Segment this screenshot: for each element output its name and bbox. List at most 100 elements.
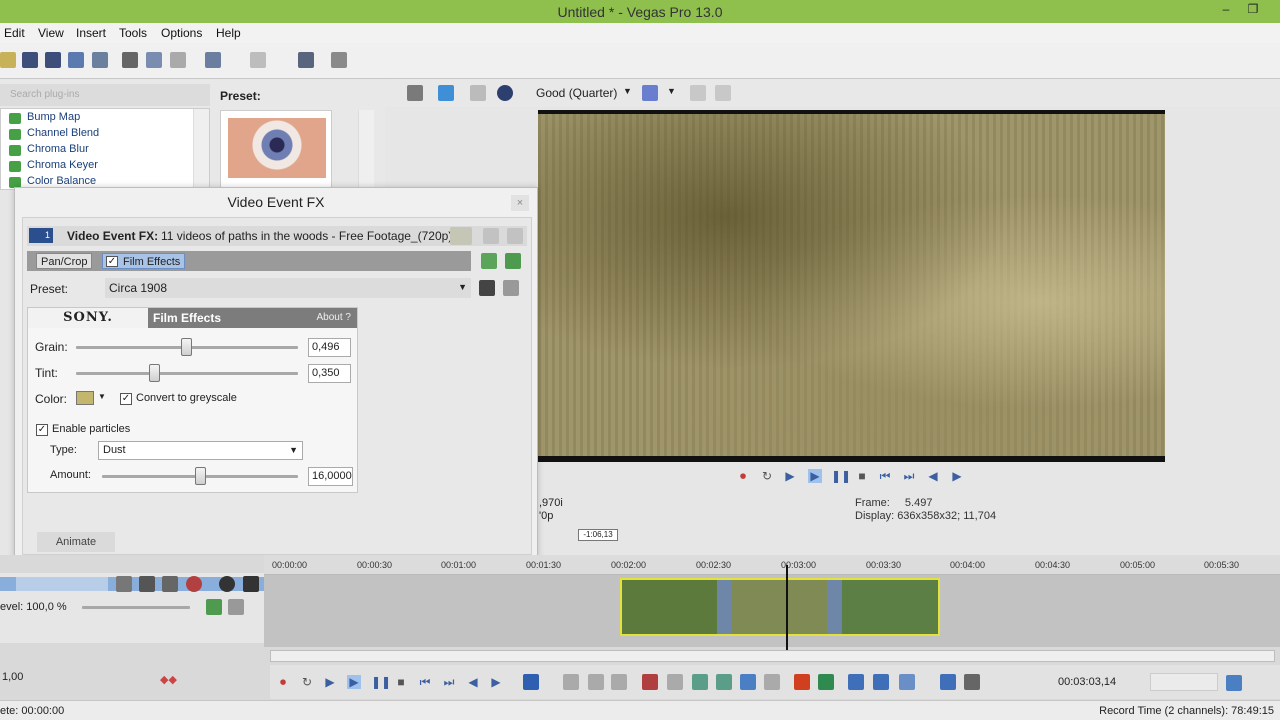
tint-slider-track[interactable] <box>76 372 298 375</box>
edit-icon[interactable] <box>228 599 244 615</box>
menu-view[interactable]: View <box>38 26 64 40</box>
play-from-start-icon[interactable]: ▶ <box>783 469 797 483</box>
pause-icon[interactable]: ❚❚ <box>831 469 851 483</box>
greyscale-checkbox[interactable]: ✓ <box>120 393 132 405</box>
external-monitor-icon[interactable] <box>438 85 454 101</box>
plugin-search-input[interactable]: Search plug-ins <box>0 84 210 106</box>
video-preview-icon[interactable] <box>1226 675 1242 691</box>
go-to-start-icon[interactable]: ⏮ <box>418 675 432 689</box>
go-to-end-icon[interactable]: ⏭ <box>442 675 456 689</box>
preset-scrollbar[interactable] <box>358 110 374 190</box>
stop-icon[interactable]: ■ <box>855 469 869 483</box>
list-view-icon[interactable] <box>483 228 499 244</box>
undo-icon[interactable] <box>205 52 221 68</box>
enable-particles-checkbox[interactable]: ✓ <box>36 424 48 436</box>
paste-icon[interactable] <box>170 52 186 68</box>
loop-icon[interactable]: ↻ <box>760 469 774 483</box>
play-icon[interactable]: ▶ <box>808 469 822 483</box>
normal-edit-tool-icon[interactable] <box>523 674 539 690</box>
timecode-input[interactable] <box>1150 673 1218 691</box>
copy-icon[interactable] <box>146 52 162 68</box>
amount-slider-thumb[interactable] <box>195 467 206 485</box>
preview-quality-select[interactable]: Good (Quarter) <box>536 86 617 100</box>
ripple-edit-icon[interactable] <box>899 674 915 690</box>
split-screen-icon[interactable] <box>497 85 513 101</box>
bypass-fx-icon[interactable] <box>450 227 472 245</box>
level-slider-track[interactable] <box>82 606 190 609</box>
menu-tools[interactable]: Tools <box>119 26 147 40</box>
next-frame-icon[interactable]: ▶ <box>950 469 964 483</box>
timeline-scrollbar[interactable] <box>270 650 1275 662</box>
zoom-tool-icon[interactable] <box>611 674 627 690</box>
help-cursor-icon[interactable] <box>331 52 347 68</box>
preset-dropdown[interactable]: Circa 1908 ▼ <box>105 278 471 298</box>
remove-fx-icon[interactable] <box>505 253 521 269</box>
play-from-start-icon[interactable]: ▶ <box>323 675 337 689</box>
record-icon[interactable]: ⏺ <box>276 675 290 689</box>
edit-tool-icon[interactable] <box>298 52 314 68</box>
add-fx-icon[interactable] <box>481 253 497 269</box>
delete-icon[interactable] <box>642 674 658 690</box>
region-icon[interactable] <box>818 674 834 690</box>
split-icon[interactable] <box>740 674 756 690</box>
plugin-item[interactable]: Chroma Blur <box>9 143 89 159</box>
previous-frame-icon[interactable]: ◀ <box>926 469 940 483</box>
menu-insert[interactable]: Insert <box>76 26 106 40</box>
gear-icon[interactable] <box>186 576 202 592</box>
chain-film-effects[interactable]: ✓ Film Effects <box>102 253 186 269</box>
stop-icon[interactable]: ■ <box>394 675 408 689</box>
check-icon[interactable]: ✓ <box>106 256 118 267</box>
render-icon[interactable] <box>68 52 84 68</box>
selection-tool-icon[interactable] <box>588 674 604 690</box>
menu-options[interactable]: Options <box>161 26 202 40</box>
chain-pan-crop[interactable]: Pan/Crop <box>36 253 93 269</box>
chevron-down-icon[interactable]: ▼ <box>623 86 632 96</box>
record-icon[interactable]: ⏺ <box>736 469 750 483</box>
copy-snapshot-icon[interactable] <box>690 85 706 101</box>
properties-icon[interactable] <box>92 52 108 68</box>
marker-icon[interactable] <box>794 674 810 690</box>
pause-icon[interactable]: ❚❚ <box>371 675 391 689</box>
timeline-ruler[interactable]: 00:00:00 00:00:30 00:01:00 00:01:30 00:0… <box>264 555 1280 575</box>
grain-value-field[interactable]: 0,496 <box>308 338 351 357</box>
envelope-tool-icon[interactable] <box>563 674 579 690</box>
amount-value-field[interactable]: 16,0000 <box>308 467 353 486</box>
timeline-cursor[interactable] <box>786 565 788 659</box>
color-swatch[interactable] <box>76 391 94 405</box>
close-icon[interactable]: × <box>511 195 529 211</box>
preview-properties-icon[interactable] <box>407 85 423 101</box>
next-frame-icon[interactable]: ▶ <box>489 675 503 689</box>
plugin-item[interactable]: Channel Blend <box>9 127 99 143</box>
previous-frame-icon[interactable]: ◀ <box>466 675 480 689</box>
chevron-down-icon[interactable]: ▼ <box>98 392 106 401</box>
save-snapshot-icon[interactable] <box>715 85 731 101</box>
plugin-list-scrollbar[interactable] <box>193 109 209 189</box>
video-fx-icon[interactable] <box>470 85 486 101</box>
loop-icon[interactable]: ↻ <box>300 675 314 689</box>
particle-type-select[interactable]: Dust ▼ <box>98 441 303 460</box>
snapping-icon[interactable] <box>848 674 864 690</box>
video-track-lane[interactable] <box>264 565 1280 659</box>
grain-slider-thumb[interactable] <box>181 338 192 356</box>
trim-start-icon[interactable] <box>692 674 708 690</box>
lock-icon[interactable] <box>764 674 780 690</box>
tint-slider-thumb[interactable] <box>149 364 160 382</box>
delete-preset-icon[interactable] <box>503 280 519 296</box>
menu-help[interactable]: Help <box>216 26 241 40</box>
about-button[interactable]: About ? <box>317 312 351 323</box>
go-to-end-icon[interactable]: ⏭ <box>902 469 916 483</box>
save-icon[interactable] <box>22 52 38 68</box>
redo-icon[interactable] <box>250 52 266 68</box>
track-motion-icon[interactable] <box>116 576 132 592</box>
play-icon[interactable]: ▶ <box>347 675 361 689</box>
track-fx-icon[interactable] <box>139 576 155 592</box>
minimize-icon[interactable]: – <box>1215 2 1237 20</box>
save-as-icon[interactable] <box>45 52 61 68</box>
chevron-down-icon[interactable]: ▼ <box>667 86 676 96</box>
add-fx-icon[interactable] <box>206 599 222 615</box>
plugin-item[interactable]: Bump Map <box>9 111 80 127</box>
overlays-icon[interactable] <box>642 85 658 101</box>
trim-end-icon[interactable] <box>716 674 732 690</box>
ignore-grouping-icon[interactable] <box>964 674 980 690</box>
grid-view-icon[interactable] <box>507 228 523 244</box>
